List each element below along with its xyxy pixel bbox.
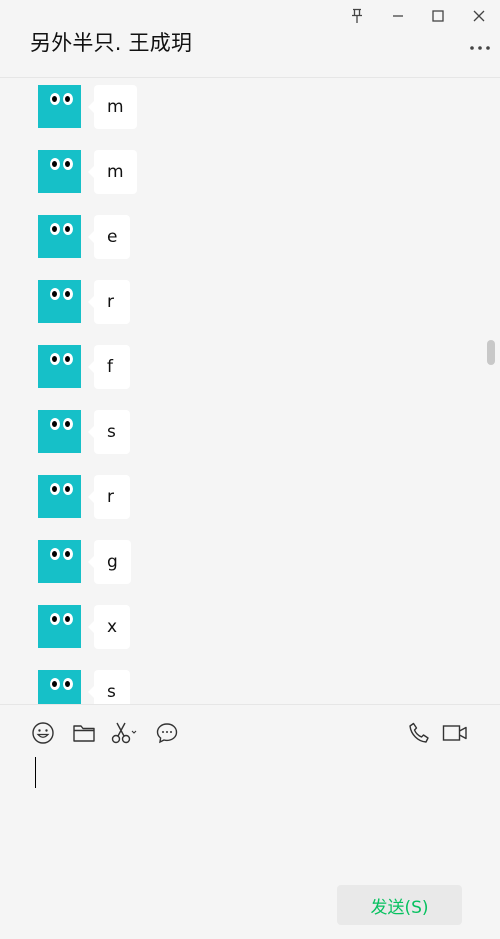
avatar[interactable] [38,670,81,704]
message-bubble[interactable]: r [88,280,130,324]
message-row: s [38,410,130,454]
avatar-eye [63,288,73,300]
message-row: m [38,85,137,129]
avatar-eye [50,613,60,625]
message-row: e [38,215,131,259]
send-button[interactable]: 发送(S) [337,885,462,925]
message-bubble[interactable]: r [88,475,130,519]
avatar-eye [50,288,60,300]
avatar-eye [63,613,73,625]
avatar-eye [50,418,60,430]
message-bubble[interactable]: g [88,540,131,584]
message-bubble[interactable]: s [88,670,130,704]
message-bubble[interactable]: f [88,345,130,389]
avatar-eye [63,223,73,235]
minimize-icon[interactable] [385,4,411,28]
message-bubble[interactable]: x [87,605,131,649]
message-row: x [38,605,131,649]
avatar-eye [50,158,60,170]
message-input[interactable] [30,755,470,875]
message-bubble[interactable]: m [88,150,137,194]
avatar[interactable] [38,410,81,453]
avatar-eye [63,158,73,170]
emoji-icon[interactable] [29,719,57,747]
avatar[interactable] [38,85,81,128]
scissors-icon[interactable] [110,719,138,747]
avatar[interactable] [38,605,81,648]
more-dots-icon[interactable] [466,38,494,58]
avatar[interactable] [38,280,81,323]
avatar[interactable] [38,540,81,583]
message-row: g [38,540,131,584]
video-icon[interactable] [441,719,469,747]
avatar-eye [50,93,60,105]
pin-icon[interactable] [344,4,370,28]
avatar[interactable] [38,475,81,518]
message-row: f [38,345,130,389]
message-row: r [38,475,130,519]
scrollbar-thumb[interactable] [487,340,495,365]
message-bubble[interactable]: e [87,215,131,259]
avatar[interactable] [38,345,81,388]
avatar-eye [50,353,60,365]
maximize-icon[interactable] [425,4,451,28]
avatar-eye [50,483,60,495]
avatar-eye [63,93,73,105]
avatar-eye [50,548,60,560]
avatar-eye [50,223,60,235]
folder-icon[interactable] [70,719,98,747]
avatar[interactable] [38,215,81,258]
text-caret [35,757,36,788]
message-row: m [38,150,137,194]
phone-icon[interactable] [405,719,433,747]
chat-title: 另外半只. 王成玥 [30,31,193,55]
avatar-eye [63,678,73,690]
avatar-eye [50,678,60,690]
composer-area: 发送(S) [0,704,500,939]
chat-history-icon[interactable] [153,719,181,747]
chat-header: 另外半只. 王成玥 [0,0,500,78]
avatar-eye [63,548,73,560]
avatar-eye [63,353,73,365]
avatar-eye [63,483,73,495]
close-icon[interactable] [466,4,492,28]
message-list[interactable]: m m e r f s r g x s [0,78,500,704]
message-row: r [38,280,130,324]
avatar[interactable] [38,150,81,193]
message-bubble[interactable]: s [88,410,130,454]
avatar-eye [63,418,73,430]
chat-window: 另外半只. 王成玥 m m e r f s r g x s 发送(S) [0,0,500,939]
message-row: s [38,670,130,704]
message-bubble[interactable]: m [88,85,137,129]
